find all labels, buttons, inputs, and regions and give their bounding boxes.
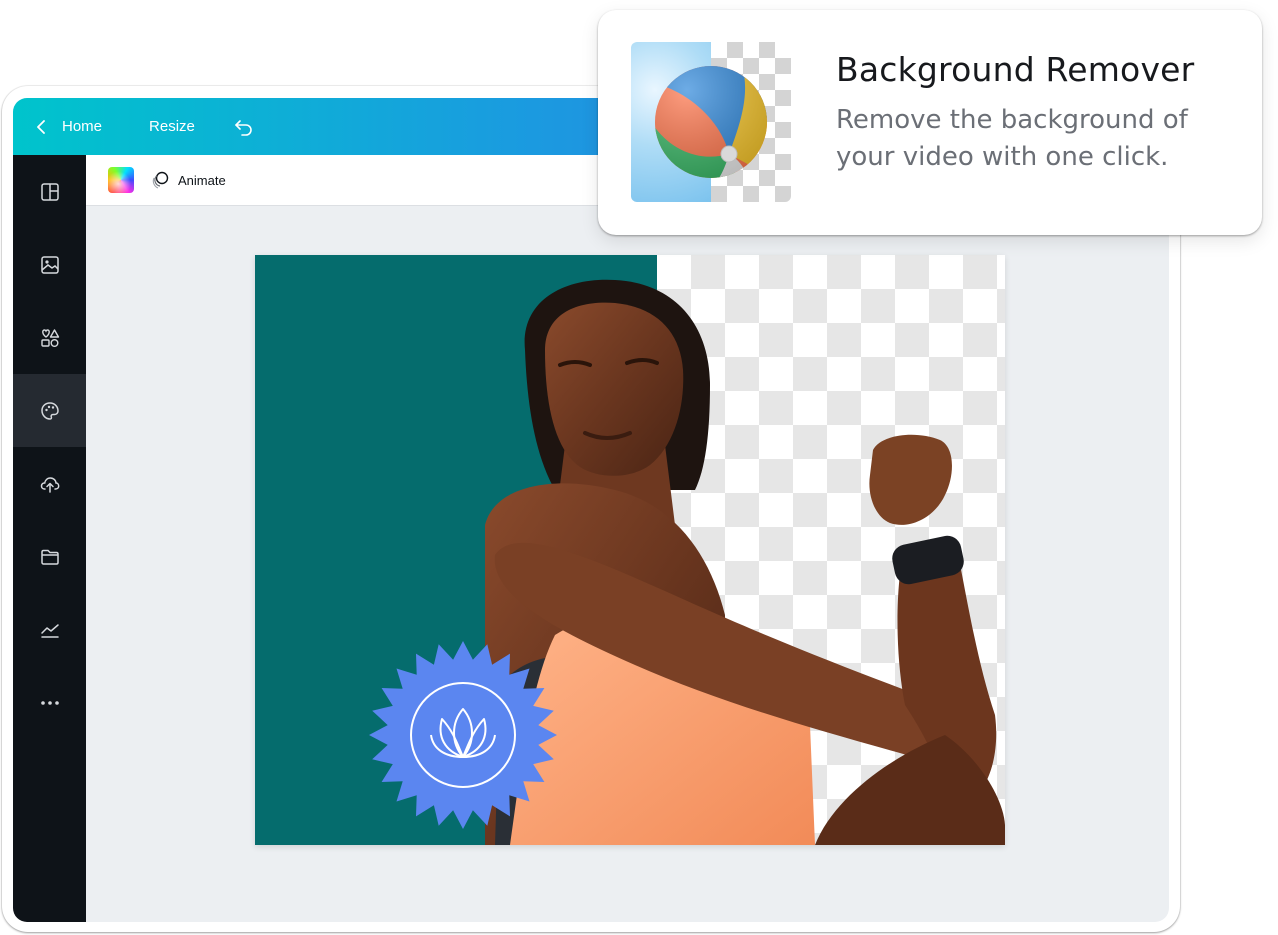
sidebar-item-photos[interactable] [13, 228, 86, 301]
card-title: Background Remover [836, 50, 1195, 89]
sidebar-item-elements[interactable] [13, 301, 86, 374]
color-picker-button[interactable] [108, 167, 134, 193]
sidebar-item-more[interactable] [13, 666, 86, 739]
elements-icon [40, 328, 59, 347]
design-page[interactable] [255, 255, 1005, 845]
sidebar [13, 155, 86, 922]
palette-icon [40, 401, 59, 420]
feature-card: Background Remover Remove the background… [598, 10, 1262, 235]
more-icon [40, 700, 59, 705]
animate-icon [152, 171, 169, 189]
folder-icon [40, 549, 59, 565]
chevron-left-icon [37, 119, 45, 134]
photos-icon [40, 255, 59, 274]
sidebar-item-styles[interactable] [13, 374, 86, 447]
sidebar-item-projects[interactable] [13, 520, 86, 593]
animate-button[interactable]: Animate [150, 170, 226, 190]
resize-button[interactable]: Resize [149, 118, 195, 135]
sidebar-item-uploads[interactable] [13, 447, 86, 520]
templates-icon [40, 182, 59, 201]
beach-ball-image [655, 66, 767, 178]
sidebar-item-charts[interactable] [13, 593, 86, 666]
undo-icon [235, 119, 252, 136]
lotus-badge[interactable] [367, 639, 559, 831]
animate-label: Animate [178, 172, 226, 188]
sidebar-item-templates[interactable] [13, 155, 86, 228]
home-button[interactable]: Home [35, 118, 102, 135]
undo-button[interactable] [233, 116, 255, 138]
card-description: Remove the background of your video with… [836, 105, 1188, 172]
home-label: Home [62, 118, 103, 135]
beach-ball-thumbnail [631, 42, 791, 202]
cloud-upload-icon [40, 476, 59, 493]
chart-line-icon [40, 623, 59, 638]
